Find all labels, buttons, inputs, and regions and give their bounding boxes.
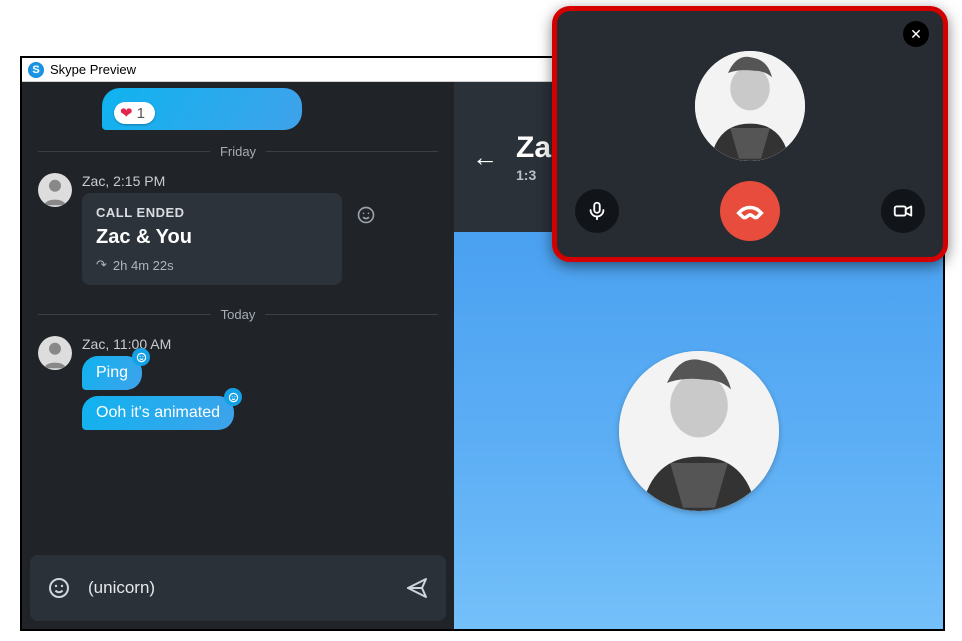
message-text: Ping — [96, 364, 128, 382]
conversation-title: Za — [516, 131, 551, 165]
call-duration-text: 2h 4m 22s — [113, 258, 174, 273]
day-divider-today: Today — [38, 307, 438, 322]
chat-pane: ❤ 1 Friday Zac, 2:15 PM CALL ENDED — [22, 82, 454, 629]
call-ended-card[interactable]: CALL ENDED Zac & You ↷ 2h 4m 22s — [82, 193, 342, 285]
message-row-call: Zac, 2:15 PM CALL ENDED Zac & You ↷ 2h 4… — [32, 173, 444, 293]
chat-scroll[interactable]: ❤ 1 Friday Zac, 2:15 PM CALL ENDED — [22, 82, 454, 547]
message-text: Ooh it's animated — [96, 404, 220, 422]
send-button[interactable] — [402, 573, 432, 603]
call-overlay[interactable]: ✕ — [552, 6, 948, 262]
bubble-react-icon[interactable] — [224, 388, 242, 406]
heart-icon: ❤ — [120, 104, 133, 122]
day-divider-friday: Friday — [38, 144, 438, 159]
message-meta: Zac, 2:15 PM — [82, 173, 438, 189]
message-bubble-2[interactable]: Ooh it's animated — [82, 396, 234, 430]
redial-icon: ↷ — [96, 257, 107, 273]
message-input[interactable] — [88, 578, 388, 598]
react-button[interactable] — [352, 201, 380, 229]
call-card-header: CALL ENDED — [96, 205, 328, 220]
day-divider-label: Friday — [220, 144, 256, 159]
toggle-video-button[interactable] — [881, 189, 925, 233]
call-controls — [569, 181, 931, 241]
bubble-react-icon[interactable] — [132, 348, 150, 366]
contact-avatar-large[interactable] — [619, 351, 779, 511]
avatar-zac-small[interactable] — [38, 336, 72, 370]
conversation-subtitle: 1:3 — [516, 167, 551, 183]
message-bubble-1[interactable]: Ping — [82, 356, 142, 390]
call-card-title: Zac & You — [96, 226, 328, 249]
close-call-button[interactable]: ✕ — [903, 21, 929, 47]
skype-logo-letter: S — [32, 64, 39, 76]
message-row-today: Zac, 11:00 AM Ping Ooh it's ani — [32, 336, 444, 444]
call-contact-avatar — [695, 51, 805, 161]
day-divider-label: Today — [221, 307, 256, 322]
reaction-count: 1 — [137, 105, 145, 122]
emoji-picker-button[interactable] — [44, 573, 74, 603]
previous-message-bubble[interactable]: ❤ 1 — [102, 88, 302, 130]
back-arrow-icon[interactable]: ← — [472, 142, 498, 173]
conversation-body — [454, 232, 943, 629]
window-title: Skype Preview — [50, 62, 136, 77]
close-icon: ✕ — [910, 26, 922, 43]
hang-up-button[interactable] — [720, 181, 780, 241]
skype-logo-icon: S — [28, 62, 44, 78]
call-card-duration: ↷ 2h 4m 22s — [96, 257, 328, 273]
avatar-zac-small[interactable] — [38, 173, 72, 207]
message-composer — [30, 555, 446, 621]
mute-mic-button[interactable] — [575, 189, 619, 233]
reaction-pill[interactable]: ❤ 1 — [114, 102, 155, 124]
